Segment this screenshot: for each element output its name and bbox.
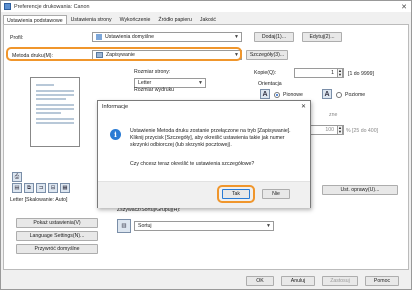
dialog-footer-buttons: OK Anuluj Zastosuj Pomoc (1, 271, 411, 290)
output-method-highlight (6, 47, 242, 61)
copies-value: 1 (331, 70, 334, 76)
preview-page (30, 77, 80, 147)
printer-icon[interactable]: ⎙ (12, 172, 22, 182)
preview-caption: Letter [Skalowanie: Auto] (10, 197, 68, 203)
restore-defaults-button[interactable]: Przywróć domyślne (16, 244, 98, 254)
apply-button[interactable]: Zastosuj (322, 276, 358, 286)
cancel-button[interactable]: Anuluj (281, 276, 315, 286)
collate-pages-icon: ▥ (117, 219, 131, 233)
profile-label: Profil: (10, 35, 24, 41)
portrait-radio[interactable] (274, 92, 280, 98)
zoom-spinner[interactable]: ▲ ▼ (337, 125, 343, 135)
layout-icon[interactable]: ▤ (12, 183, 22, 193)
language-settings-button[interactable]: Language Settings(N)... (16, 231, 98, 241)
window-title: Preferencje drukowania: Canon (14, 3, 90, 10)
copies-spinner[interactable]: ▲ ▼ (337, 68, 343, 78)
collate-icon[interactable]: ⊟ (48, 183, 58, 193)
profile-icon (96, 34, 102, 40)
finishing-value: Sortuj (138, 223, 152, 229)
printer-icon (4, 3, 11, 10)
dialog-title: Informacje (102, 104, 129, 110)
profile-select[interactable]: Ustawienia domyślne ▼ (92, 32, 242, 42)
portrait-page-icon: A (260, 89, 270, 99)
edit-profile-button[interactable]: Edytuj(2)... (302, 32, 342, 42)
profile-value: Ustawienia domyślne (105, 34, 155, 40)
landscape-label: Poziome (345, 92, 366, 98)
binding-settings-button[interactable]: Ust. oprawy(U)... (322, 185, 398, 195)
copies-label: Kopie(Q): (254, 70, 277, 76)
dialog-question: Czy chcesz teraz określić te ustawienia … (130, 161, 255, 167)
close-icon[interactable]: ✕ (301, 103, 306, 110)
page-size-label: Rozmiar strony: (134, 69, 171, 75)
dialog-button-area: Tak Nie (98, 181, 310, 208)
chevron-down-icon: ▼ (198, 80, 203, 86)
chevron-down-icon: ▼ (234, 34, 239, 40)
ok-button[interactable]: OK (246, 276, 274, 286)
option-label-fragment: zne (329, 112, 338, 118)
landscape-radio[interactable] (336, 92, 342, 98)
duplex-icon[interactable]: ⧉ (24, 183, 34, 193)
title-bar: Preferencje drukowania: Canon ✕ (1, 1, 411, 12)
page-size-value: Letter (138, 80, 152, 86)
info-icon: i (110, 129, 121, 140)
details-button[interactable]: Szczegóły(3)... (246, 50, 288, 60)
information-dialog: Informacje ✕ i Ustawienie Metoda druku z… (97, 100, 311, 208)
dialog-message: Ustawienie Metoda druku zostanie przełąc… (130, 128, 291, 148)
portrait-label: Pionowe (283, 92, 303, 98)
zoom-value: 100 (325, 127, 334, 133)
chevron-down-icon: ▼ (266, 223, 271, 229)
orientation-label: Orientacja (258, 81, 282, 87)
output-size-label: Rozmiar wydruku (134, 87, 175, 93)
copies-range: [1 do 9999] (348, 71, 374, 77)
no-button[interactable]: Nie (262, 189, 290, 199)
yes-button[interactable]: Tak (222, 189, 250, 199)
booklet-icon[interactable]: ▦ (60, 183, 70, 193)
close-icon[interactable]: ✕ (397, 1, 411, 12)
show-settings-button[interactable]: Pokaż ustawienia(V) (16, 218, 98, 228)
add-profile-button[interactable]: Dodaj(1)... (254, 32, 294, 42)
landscape-page-icon: A (322, 89, 332, 99)
zoom-range: % [25 do 400] (346, 128, 379, 134)
finishing-select[interactable]: Sortuj ▼ (134, 221, 274, 231)
staple-icon[interactable]: ⊐ (36, 183, 46, 193)
help-button[interactable]: Pomoc (365, 276, 399, 286)
page-preview (12, 67, 98, 187)
